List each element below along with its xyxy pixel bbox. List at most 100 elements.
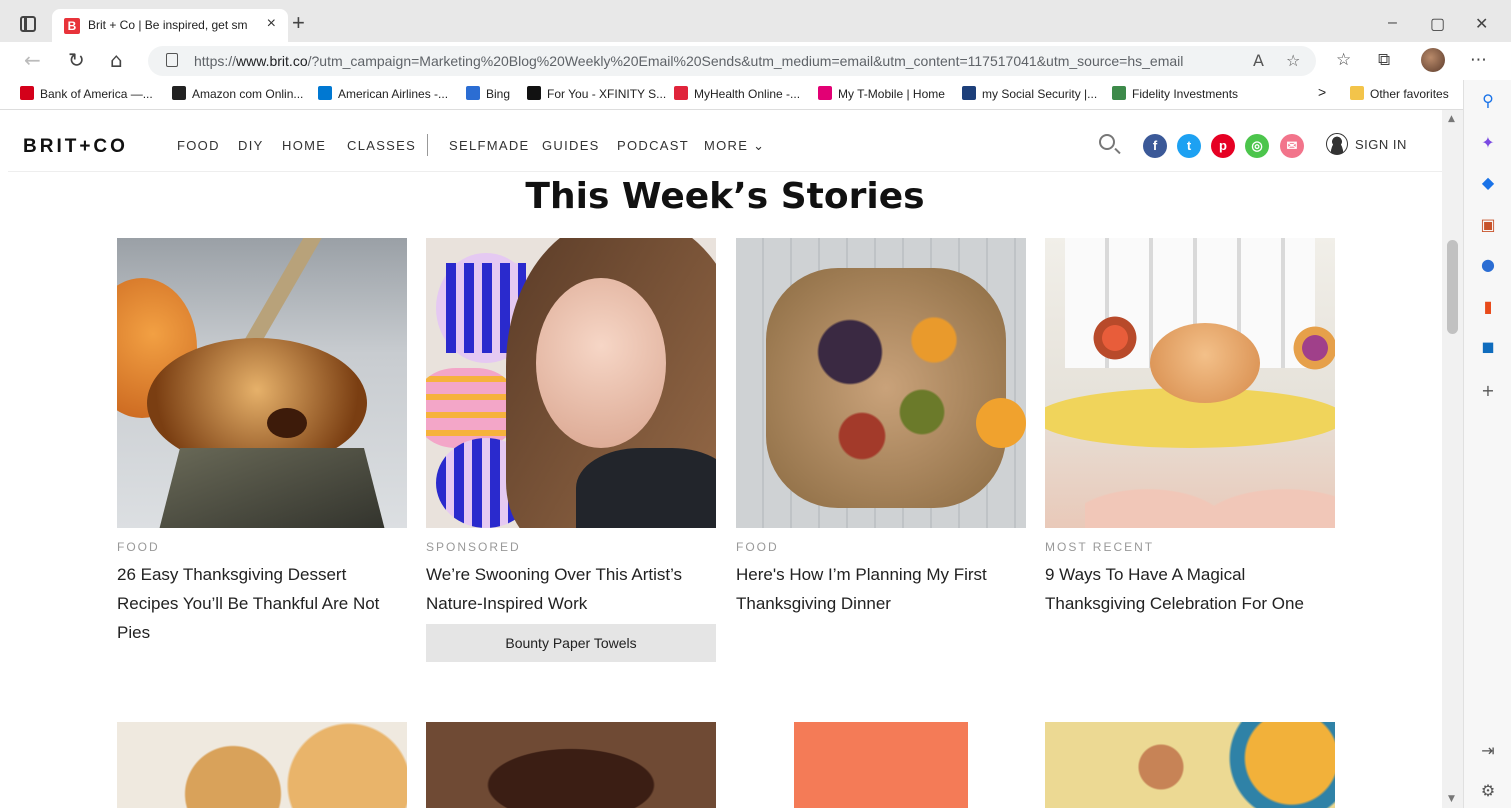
story-headline[interactable]: 9 Ways To Have A Magical Thanksgiving Ce… (1045, 560, 1335, 618)
story-image[interactable] (1045, 238, 1335, 528)
outlook-icon[interactable]: ◼ (1475, 336, 1501, 358)
story-category[interactable]: FOOD (736, 540, 1026, 554)
collections-icon[interactable]: ⧉ (1378, 51, 1390, 69)
bookmark-label: My T-Mobile | Home (838, 87, 945, 101)
user-icon[interactable] (1326, 133, 1348, 155)
tab-close-icon[interactable]: × (267, 15, 276, 33)
story-category[interactable]: FOOD (117, 540, 407, 554)
address-bar[interactable]: https://www.brit.co/?utm_campaign=Market… (148, 46, 1316, 76)
email-icon[interactable]: ✉ (1280, 134, 1304, 158)
bookmark-label: For You - XFINITY S... (547, 87, 667, 101)
pinterest-icon[interactable]: p (1211, 134, 1235, 158)
story-image[interactable] (426, 238, 716, 528)
bookmark-item[interactable]: my Social Security |... (962, 86, 1097, 101)
bookmark-favicon-icon (527, 86, 541, 100)
bookmark-item[interactable]: Bing (466, 86, 510, 101)
story-image[interactable] (117, 238, 407, 528)
page-scrollbar[interactable]: ▲ ▼ (1442, 110, 1463, 808)
facebook-icon[interactable]: f (1143, 134, 1167, 158)
search-icon[interactable] (1099, 134, 1115, 150)
brit-favicon-icon: B (64, 18, 80, 34)
story-image[interactable] (1045, 722, 1335, 808)
story-card[interactable]: FOOD 26 Easy Thanksgiving Dessert Recipe… (117, 238, 407, 647)
favorites-icon[interactable]: ☆ (1336, 51, 1351, 69)
scroll-down-icon[interactable]: ▼ (1448, 794, 1455, 804)
home-icon[interactable]: ⌂ (110, 50, 123, 70)
nav-link[interactable]: DIY (238, 138, 264, 153)
story-card[interactable]: FOOD Here's How I’m Planning My First Th… (736, 238, 1026, 618)
story-headline[interactable]: Here's How I’m Planning My First Thanksg… (736, 560, 1026, 618)
bookmark-item[interactable]: American Airlines -... (318, 86, 448, 101)
bookmark-favicon-icon (818, 86, 832, 100)
bookmark-favicon-icon (318, 86, 332, 100)
sidebar-settings-icon[interactable]: ⚙ (1475, 780, 1501, 802)
games-icon[interactable]: ● (1475, 254, 1501, 276)
back-icon[interactable]: ← (24, 50, 41, 70)
scroll-thumb[interactable] (1447, 240, 1458, 334)
twitter-icon[interactable]: t (1177, 134, 1201, 158)
restore-button[interactable]: ▢ (1430, 14, 1445, 34)
story-headline[interactable]: 26 Easy Thanksgiving Dessert Recipes You… (117, 560, 407, 647)
search-sidebar-icon[interactable]: ⚲ (1475, 90, 1501, 112)
bookmark-favicon-icon (466, 86, 480, 100)
browser-window: B Brit + Co | Be inspired, get smart × +… (0, 0, 1511, 808)
tools-icon[interactable]: ▣ (1475, 214, 1501, 236)
profile-avatar[interactable] (1421, 48, 1445, 72)
nav-link[interactable]: HOME (282, 138, 326, 153)
bookmark-label: Bank of America —... (40, 87, 153, 101)
story-category[interactable]: SPONSORED (426, 540, 716, 554)
story-image[interactable] (736, 722, 1026, 808)
page-content: BRIT+CO SIGN IN FOOD DIY HOME CLASSES SELFMA… (0, 110, 1442, 808)
bookmark-favicon-icon (20, 86, 34, 100)
nav-link[interactable]: SELFMADE (449, 138, 529, 153)
minimize-button[interactable]: – (1388, 14, 1397, 32)
tab-actions-icon[interactable] (20, 16, 36, 32)
tab-brit-co[interactable]: B Brit + Co | Be inspired, get smart × (52, 9, 288, 42)
bookmark-item[interactable]: Fidelity Investments (1112, 86, 1238, 101)
instagram-icon[interactable]: ◎ (1245, 134, 1269, 158)
other-favorites-folder[interactable]: Other favorites (1350, 86, 1449, 101)
sponsor-button[interactable]: Bounty Paper Towels (426, 624, 716, 662)
copilot-icon[interactable]: ✦ (1475, 132, 1501, 154)
hide-sidebar-icon[interactable]: ⇥ (1475, 740, 1501, 762)
edge-sidebar: ⚲ ✦ ◆ ▣ ● ▮ ◼ + ⇥ ⚙ (1463, 80, 1511, 808)
lock-icon[interactable] (166, 53, 178, 67)
bookmark-item[interactable]: For You - XFINITY S... (527, 86, 666, 101)
close-window-button[interactable]: ✕ (1475, 14, 1488, 34)
office-icon[interactable]: ▮ (1475, 296, 1501, 318)
nav-link[interactable]: CLASSES (347, 138, 416, 153)
story-card[interactable]: SPONSORED We’re Swooning Over This Artis… (426, 238, 716, 662)
address-toolbar: ← ↻ ⌂ https://www.brit.co/?utm_campaign=… (0, 42, 1511, 80)
story-category[interactable]: MOST RECENT (1045, 540, 1335, 554)
bookmark-label: my Social Security |... (982, 87, 1098, 101)
shopping-tag-icon[interactable]: ◆ (1475, 172, 1501, 194)
bookmark-label: Bing (486, 87, 511, 101)
bookmark-item[interactable]: MyHealth Online -... (674, 86, 800, 101)
site-logo[interactable]: BRIT+CO (23, 136, 128, 158)
add-favorite-icon[interactable]: ☆ (1286, 51, 1300, 70)
nav-link[interactable]: MORE ⌄ (704, 138, 765, 154)
scroll-up-icon[interactable]: ▲ (1448, 114, 1455, 124)
bookmark-label: Fidelity Investments (1132, 87, 1239, 101)
new-tab-button[interactable]: + (292, 12, 305, 34)
story-headline[interactable]: We’re Swooning Over This Artist’s Nature… (426, 560, 716, 618)
bookmarks-overflow-icon[interactable]: > (1318, 84, 1326, 100)
story-image[interactable] (736, 238, 1026, 528)
settings-more-icon[interactable]: ⋯ (1470, 51, 1487, 69)
bookmark-favicon-icon (172, 86, 186, 100)
url-text[interactable]: https://www.brit.co/?utm_campaign=Market… (194, 53, 1234, 69)
nav-link[interactable]: FOOD (177, 138, 220, 153)
refresh-icon[interactable]: ↻ (68, 50, 85, 70)
nav-link[interactable]: GUIDES (542, 138, 600, 153)
read-aloud-icon[interactable]: A (1253, 51, 1264, 70)
bookmark-item[interactable]: Bank of America —... (20, 86, 153, 101)
bookmark-item[interactable]: Amazon com Onlin... (172, 86, 303, 101)
bookmark-item[interactable]: My T-Mobile | Home (818, 86, 945, 101)
story-image[interactable] (117, 722, 407, 808)
nav-link[interactable]: PODCAST (617, 138, 689, 153)
story-card[interactable]: MOST RECENT 9 Ways To Have A Magical Tha… (1045, 238, 1335, 618)
add-sidebar-app-icon[interactable]: + (1475, 380, 1501, 402)
sign-in-link[interactable]: SIGN IN (1355, 137, 1407, 152)
bookmark-favicon-icon (674, 86, 688, 100)
story-image[interactable] (426, 722, 716, 808)
